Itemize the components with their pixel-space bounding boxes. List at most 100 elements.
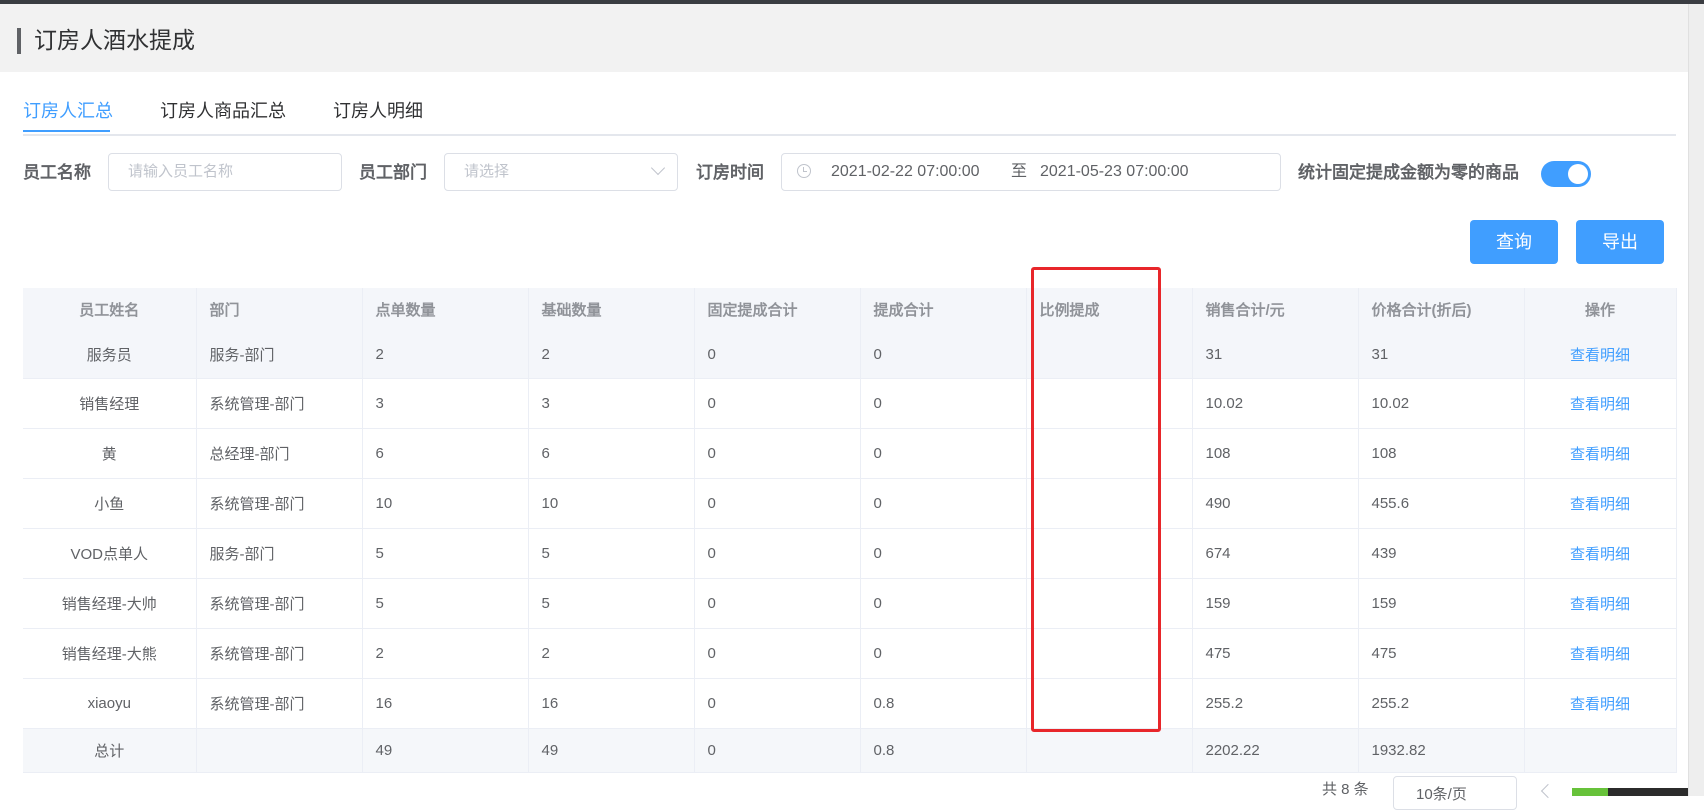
cell-base: 3 xyxy=(528,378,695,429)
header-commission-total: 提成合计 xyxy=(860,288,1027,330)
cell-total: 0 xyxy=(860,378,1027,429)
cell-sales: 490 xyxy=(1192,478,1359,529)
cell-dept: 总经理-部门 xyxy=(196,428,363,479)
export-button[interactable]: 导出 xyxy=(1576,220,1664,264)
toggle-knob xyxy=(1568,164,1588,184)
view-detail-link[interactable]: 查看明细 xyxy=(1570,496,1630,513)
tab-booker-detail[interactable]: 订房人明细 xyxy=(333,98,423,124)
view-detail-link[interactable]: 查看明细 xyxy=(1570,546,1630,563)
cell-action: 查看明细 xyxy=(1524,428,1677,479)
employee-name-input[interactable]: 请输入员工名称 xyxy=(108,153,342,191)
department-select[interactable]: 请选择 xyxy=(444,153,678,191)
zero-commission-label: 统计固定提成金额为零的商品 xyxy=(1298,163,1519,182)
cell-action: 查看明细 xyxy=(1524,528,1677,579)
summary-dept xyxy=(196,728,363,773)
query-button[interactable]: 查询 xyxy=(1470,220,1558,264)
cell-fixed: 0 xyxy=(694,478,861,529)
cell-base: 6 xyxy=(528,428,695,479)
cell-total: 0 xyxy=(860,330,1027,379)
start-time-value[interactable]: 2021-02-22 07:00:00 xyxy=(831,162,980,182)
cell-fixed: 0 xyxy=(694,378,861,429)
cell-fixed: 0 xyxy=(694,678,861,729)
view-detail-link[interactable]: 查看明细 xyxy=(1570,396,1630,413)
cell-action: 查看明细 xyxy=(1524,478,1677,529)
table-row: 黄 总经理-部门 6 6 0 0 108 108 查看明细 xyxy=(23,428,1677,479)
view-detail-link[interactable]: 查看明细 xyxy=(1570,596,1630,613)
cell-dept: 系统管理-部门 xyxy=(196,378,363,429)
cell-name: 服务员 xyxy=(23,330,197,379)
table-row: xiaoyu 系统管理-部门 16 16 0 0.8 255.2 255.2 查… xyxy=(23,678,1677,729)
view-detail-link[interactable]: 查看明细 xyxy=(1570,347,1630,364)
vertical-scrollbar[interactable] xyxy=(1688,4,1704,796)
summary-action xyxy=(1524,728,1677,773)
cell-total: 0 xyxy=(860,628,1027,679)
cell-fixed: 0 xyxy=(694,528,861,579)
department-label: 员工部门 xyxy=(359,163,427,182)
cell-orders: 16 xyxy=(362,678,529,729)
ratio-commission-highlight-box xyxy=(1031,267,1161,732)
chevron-down-icon xyxy=(650,160,666,176)
cell-dept: 系统管理-部门 xyxy=(196,578,363,629)
cell-base: 5 xyxy=(528,578,695,629)
zero-commission-toggle[interactable] xyxy=(1541,161,1591,187)
view-detail-link[interactable]: 查看明细 xyxy=(1570,696,1630,713)
cell-orders: 2 xyxy=(362,628,529,679)
cell-sales: 31 xyxy=(1192,330,1359,379)
cell-action: 查看明细 xyxy=(1524,578,1677,629)
cell-base: 10 xyxy=(528,478,695,529)
taskbar-green-item xyxy=(1572,788,1612,796)
cell-sales: 674 xyxy=(1192,528,1359,579)
summary-base: 49 xyxy=(528,728,695,773)
view-detail-link[interactable]: 查看明细 xyxy=(1570,646,1630,663)
booking-time-range-picker[interactable]: 2021-02-22 07:00:00 至 2021-05-23 07:00:0… xyxy=(781,153,1281,191)
table-row: 销售经理-大帅 系统管理-部门 5 5 0 0 159 159 查看明细 xyxy=(23,578,1677,629)
cell-orders: 3 xyxy=(362,378,529,429)
summary-total: 0.8 xyxy=(860,728,1027,773)
header-employee-name: 员工姓名 xyxy=(23,288,197,330)
cell-fixed: 0 xyxy=(694,330,861,379)
end-time-value[interactable]: 2021-05-23 07:00:00 xyxy=(1040,162,1189,182)
tab-booker-product-summary[interactable]: 订房人商品汇总 xyxy=(160,98,286,124)
summary-label: 总计 xyxy=(23,728,197,773)
cell-orders: 5 xyxy=(362,578,529,629)
tab-booker-summary[interactable]: 订房人汇总 xyxy=(23,98,113,124)
cell-sales: 108 xyxy=(1192,428,1359,479)
table-row: 服务员 服务-部门 2 2 0 0 31 31 查看明细 xyxy=(23,330,1677,379)
cell-sales: 475 xyxy=(1192,628,1359,679)
table-row: 销售经理-大熊 系统管理-部门 2 2 0 0 475 475 查看明细 xyxy=(23,628,1677,679)
cell-action: 查看明细 xyxy=(1524,678,1677,729)
cell-price: 108 xyxy=(1358,428,1525,479)
cell-name: VOD点单人 xyxy=(23,528,197,579)
page-size-select[interactable]: 10条/页 xyxy=(1393,776,1517,810)
cell-total: 0 xyxy=(860,578,1027,629)
cell-dept: 服务-部门 xyxy=(196,330,363,379)
table-header-row: 员工姓名 部门 点单数量 基础数量 固定提成合计 提成合计 比例提成 销售合计/… xyxy=(23,288,1677,330)
cell-fixed: 0 xyxy=(694,428,861,479)
cell-fixed: 0 xyxy=(694,628,861,679)
summary-orders: 49 xyxy=(362,728,529,773)
cell-name: 销售经理-大熊 xyxy=(23,628,197,679)
cell-action: 查看明细 xyxy=(1524,378,1677,429)
cell-base: 2 xyxy=(528,330,695,379)
cell-dept: 服务-部门 xyxy=(196,528,363,579)
cell-orders: 10 xyxy=(362,478,529,529)
cell-total: 0 xyxy=(860,478,1027,529)
view-detail-link[interactable]: 查看明细 xyxy=(1570,446,1630,463)
header-base-count: 基础数量 xyxy=(528,288,695,330)
header-fixed-commission-total: 固定提成合计 xyxy=(694,288,861,330)
range-separator: 至 xyxy=(1011,163,1028,180)
cell-name: 小鱼 xyxy=(23,478,197,529)
cell-base: 5 xyxy=(528,528,695,579)
pagination-total: 共 8 条 xyxy=(1322,781,1369,798)
cell-price: 475 xyxy=(1358,628,1525,679)
page-title: 订房人酒水提成 xyxy=(34,27,195,53)
department-placeholder: 请选择 xyxy=(464,163,510,180)
cell-sales: 255.2 xyxy=(1192,678,1359,729)
cell-dept: 系统管理-部门 xyxy=(196,628,363,679)
cell-price: 159 xyxy=(1358,578,1525,629)
cell-action: 查看明细 xyxy=(1524,628,1677,679)
cell-name: 销售经理-大帅 xyxy=(23,578,197,629)
cell-base: 2 xyxy=(528,628,695,679)
page-size-value: 10条/页 xyxy=(1416,786,1467,803)
table-row: 小鱼 系统管理-部门 10 10 0 0 490 455.6 查看明细 xyxy=(23,478,1677,529)
